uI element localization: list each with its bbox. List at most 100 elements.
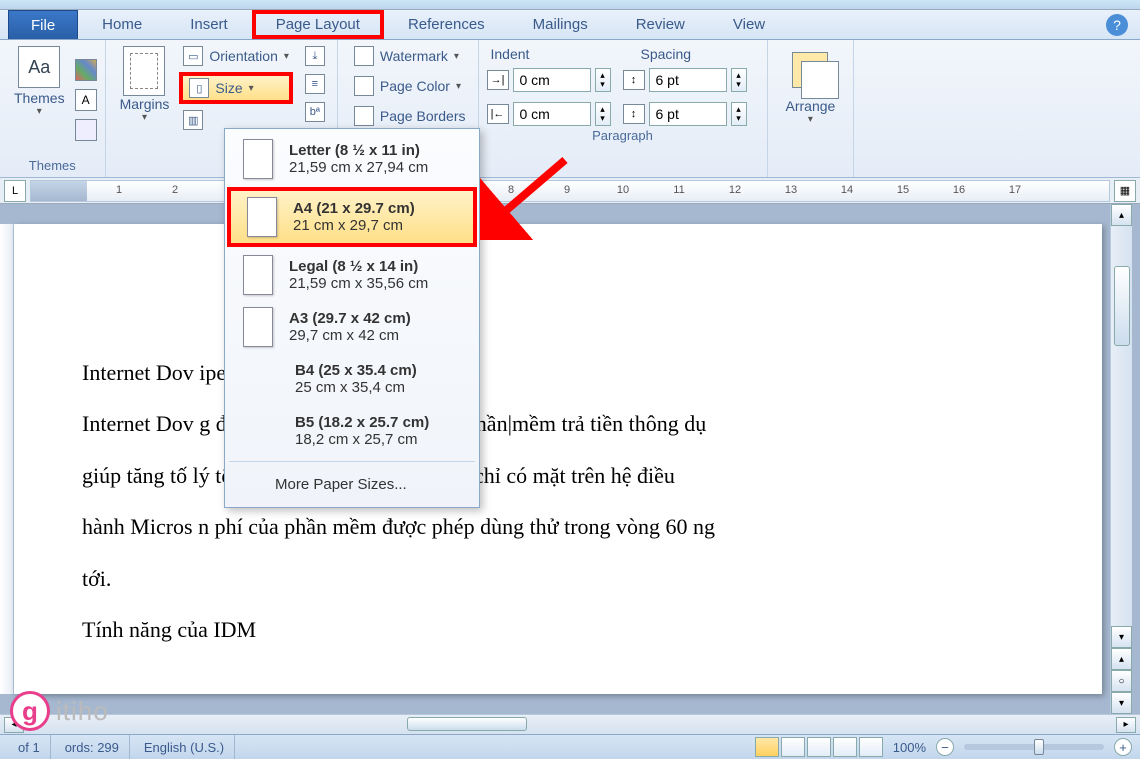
chevron-down-icon: ▾ — [808, 114, 813, 125]
spacing-header: Spacing — [641, 46, 692, 62]
horizontal-scrollbar[interactable]: ◂ ▸ — [0, 714, 1140, 734]
indent-left-icon: →| — [487, 70, 509, 90]
themes-button[interactable]: Aa Themes ▾ — [8, 44, 71, 156]
browse-prev-button[interactable]: ▴ — [1111, 648, 1132, 670]
view-draft[interactable] — [859, 737, 883, 757]
zoom-out-button[interactable]: − — [936, 738, 954, 756]
page-icon — [243, 139, 273, 179]
spacing-after-spinner[interactable]: ↕ ▴▾ — [623, 102, 747, 126]
page-borders-button[interactable]: Page Borders — [350, 104, 470, 128]
scroll-up-button[interactable]: ▴ — [1111, 204, 1132, 226]
line-numbers-button[interactable]: ≡ — [301, 72, 329, 96]
ruler-toggle-button[interactable]: ▦ — [1114, 180, 1136, 202]
arrange-icon — [792, 52, 828, 88]
tab-home[interactable]: Home — [78, 10, 166, 39]
more-paper-sizes-item[interactable]: More Paper Sizes... — [227, 466, 477, 503]
breaks-button[interactable]: ⤓ — [301, 44, 329, 68]
tab-references[interactable]: References — [384, 10, 509, 39]
zoom-in-button[interactable]: + — [1114, 738, 1132, 756]
orientation-icon: ▭ — [183, 46, 203, 66]
watermark-label: Watermark — [380, 48, 448, 64]
size-dimensions: 21,59 cm x 35,56 cm — [289, 275, 428, 292]
tab-mailings[interactable]: Mailings — [509, 10, 612, 39]
page-color-button[interactable]: Page Color▾ — [350, 74, 470, 98]
size-icon: ▯ — [189, 78, 209, 98]
group-arrange: Arrange ▾ — [768, 40, 855, 177]
spinner-buttons[interactable]: ▴▾ — [731, 68, 747, 92]
chevron-down-icon: ▾ — [37, 106, 42, 117]
view-outline[interactable] — [833, 737, 857, 757]
size-option[interactable]: Letter (8 ½ x 11 in) 21,59 cm x 27,94 cm — [227, 133, 477, 185]
tab-selector-button[interactable]: L — [4, 180, 26, 202]
zoom-slider-knob[interactable] — [1034, 739, 1044, 755]
ruler-tick: 8 — [483, 184, 539, 196]
arrange-button[interactable]: Arrange ▾ — [776, 44, 846, 156]
help-icon[interactable]: ? — [1106, 14, 1128, 36]
orientation-button[interactable]: ▭ Orientation ▾ — [179, 44, 293, 68]
indent-left-input[interactable] — [513, 68, 591, 92]
group-label-arrange — [776, 156, 846, 175]
chevron-down-icon: ▾ — [249, 83, 254, 94]
size-name: Letter (8 ½ x 11 in) — [289, 142, 428, 159]
view-full-screen[interactable] — [781, 737, 805, 757]
theme-effects-button[interactable] — [75, 119, 97, 141]
theme-fonts-button[interactable]: A — [75, 89, 97, 111]
vertical-scrollbar[interactable]: ▴ ▾ ▴ ○ ▾ — [1110, 204, 1132, 714]
vertical-ruler[interactable] — [0, 224, 14, 694]
page-color-label: Page Color — [380, 78, 450, 94]
scroll-right-button[interactable]: ▸ — [1116, 717, 1136, 733]
size-option[interactable]: B5 (18.2 x 25.7 cm) 18,2 cm x 25,7 cm — [227, 405, 477, 457]
scroll-thumb[interactable] — [407, 717, 527, 731]
hyphenation-icon: bª — [305, 102, 325, 122]
view-print-layout[interactable] — [755, 737, 779, 757]
ribbon: Aa Themes ▾ A Themes Margins ▾ ▭ Orien — [0, 40, 1140, 178]
ruler-tick: 16 — [931, 184, 987, 196]
doc-text: Tính năng của IDM — [82, 611, 1062, 648]
tab-insert[interactable]: Insert — [166, 10, 252, 39]
size-button[interactable]: ▯ Size ▾ — [179, 72, 293, 104]
zoom-level[interactable]: 100% — [885, 740, 934, 755]
chevron-down-icon: ▾ — [454, 51, 459, 62]
theme-colors-button[interactable] — [75, 59, 97, 81]
ruler-scale[interactable]: 1234567891011121314151617 — [30, 180, 1110, 202]
tab-review[interactable]: Review — [612, 10, 709, 39]
spinner-buttons[interactable]: ▴▾ — [595, 102, 611, 126]
themes-label: Themes — [14, 90, 65, 106]
size-option[interactable]: A4 (21 x 29.7 cm) 21 cm x 29,7 cm — [227, 187, 477, 247]
zoom-slider[interactable] — [964, 744, 1104, 750]
ruler-tick: 9 — [539, 184, 595, 196]
indent-left-spinner[interactable]: →| ▴▾ — [487, 68, 611, 92]
hyphenation-button[interactable]: bª — [301, 100, 329, 124]
document-page[interactable]: Internet Dov ipedia tiếng Việt Internet … — [14, 224, 1102, 694]
page-icon — [243, 307, 273, 347]
spacing-after-input[interactable] — [649, 102, 727, 126]
browse-next-button[interactable]: ▾ — [1111, 692, 1132, 714]
size-option[interactable]: Legal (8 ½ x 14 in) 21,59 cm x 35,56 cm — [227, 249, 477, 301]
size-dimensions: 25 cm x 35,4 cm — [295, 379, 417, 396]
spinner-buttons[interactable]: ▴▾ — [731, 102, 747, 126]
size-name: B4 (25 x 35.4 cm) — [295, 362, 417, 379]
size-option[interactable]: B4 (25 x 35.4 cm) 25 cm x 35,4 cm — [227, 353, 477, 405]
tab-page-layout[interactable]: Page Layout — [252, 10, 384, 39]
watermark-logo: g itiho — [10, 691, 109, 731]
indent-right-input[interactable] — [513, 102, 591, 126]
indent-right-spinner[interactable]: |← ▴▾ — [487, 102, 611, 126]
doc-text: hành Micros n phí của phần mềm được phép… — [82, 508, 1062, 545]
document-area: Internet Dov ipedia tiếng Việt Internet … — [0, 204, 1140, 714]
browse-object-button[interactable]: ○ — [1111, 670, 1132, 692]
tab-view[interactable]: View — [709, 10, 789, 39]
page-borders-icon — [354, 106, 374, 126]
margins-button[interactable]: Margins ▾ — [114, 44, 176, 156]
scroll-thumb[interactable] — [1114, 266, 1130, 346]
spinner-buttons[interactable]: ▴▾ — [595, 68, 611, 92]
scroll-down-button[interactable]: ▾ — [1111, 626, 1132, 648]
watermark-button[interactable]: Watermark ▾ — [350, 44, 470, 68]
margins-icon — [123, 46, 165, 96]
spacing-before-input[interactable] — [649, 68, 727, 92]
spacing-before-spinner[interactable]: ↕ ▴▾ — [623, 68, 747, 92]
horizontal-ruler: L 1234567891011121314151617 ▦ — [0, 178, 1140, 204]
view-web-layout[interactable] — [807, 737, 831, 757]
tab-file[interactable]: File — [8, 10, 78, 39]
size-option[interactable]: A3 (29.7 x 42 cm) 29,7 cm x 42 cm — [227, 301, 477, 353]
title-bar — [0, 0, 1140, 10]
